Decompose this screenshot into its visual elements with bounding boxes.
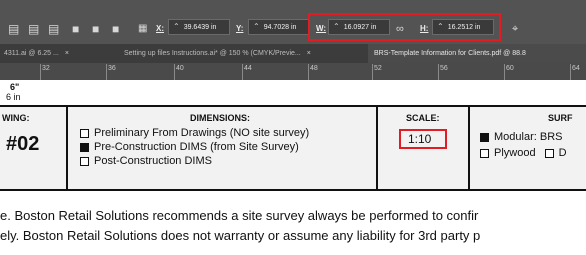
ruler-tick <box>372 64 373 80</box>
dimension-option[interactable]: Post-Construction DIMS <box>80 155 212 167</box>
align-bottom-icon[interactable]: ■ <box>112 22 119 36</box>
constrain-proportions-link-icon[interactable]: ∞ <box>396 22 404 36</box>
tab-label: 4311.ai @ 6.25 ... <box>4 50 59 57</box>
surface-cell: SURF Modular: BRS Plywood D <box>470 107 586 189</box>
surface-option[interactable]: Modular: BRS <box>480 131 562 143</box>
x-position-field[interactable]: ⌃ 39.6439 in <box>168 19 230 35</box>
align-middle-icon[interactable]: ■ <box>92 22 99 36</box>
document-tab-bar: 4311.ai @ 6.25 ... × Setting up files Ins… <box>0 44 586 63</box>
tab-document-2[interactable]: Setting up files Instructions.ai* @ 150 … <box>120 44 368 63</box>
surface-option-label: Plywood <box>494 147 536 159</box>
checkbox-checked[interactable] <box>80 142 89 152</box>
surface-option[interactable]: Plywood D <box>480 147 567 159</box>
ruler-mark: 36 <box>108 65 116 72</box>
height-field[interactable]: ⌃ 16.2512 in <box>432 19 494 35</box>
dimension-option-label: Post-Construction DIMS <box>94 155 212 167</box>
reference-point-icon[interactable]: ▦ <box>138 22 147 36</box>
checkbox-empty[interactable] <box>80 128 89 138</box>
spinner-icon[interactable]: ⌃ <box>437 22 444 31</box>
ruler-mark: 60 <box>506 65 514 72</box>
ruler-mark: 64 <box>572 65 580 72</box>
ruler-tick <box>570 64 571 80</box>
ruler-tick <box>504 64 505 80</box>
spinner-icon[interactable]: ⌃ <box>253 22 260 31</box>
ruler-mark: 32 <box>42 65 50 72</box>
close-icon[interactable]: × <box>65 50 69 57</box>
x-value: 39.6439 in <box>183 24 217 31</box>
ruler-mark: 40 <box>176 65 184 72</box>
align-top-icon[interactable]: ■ <box>72 22 79 36</box>
surface-header: SURF <box>548 113 573 123</box>
checkbox-empty[interactable] <box>480 148 489 158</box>
ruler-mark: 44 <box>244 65 252 72</box>
spinner-icon[interactable]: ⌃ <box>333 22 340 31</box>
title-block: WING: #02 DIMENSIONS: Preliminary From D… <box>0 105 586 191</box>
y-position-field[interactable]: ⌃ 94.7028 in <box>248 19 310 35</box>
ruler-tick <box>242 64 243 80</box>
dimensions-cell: DIMENSIONS: Preliminary From Drawings (N… <box>68 107 378 189</box>
width-value: 16.0927 in <box>343 24 377 31</box>
dimension-option[interactable]: Preliminary From Drawings (NO site surve… <box>80 127 309 139</box>
surface-option-label: D <box>558 147 567 159</box>
checkbox-empty[interactable] <box>544 148 554 158</box>
scale-header: SCALE: <box>406 113 440 123</box>
scale-cell: SCALE: 1:10 <box>378 107 470 189</box>
x-label: X: <box>156 24 164 33</box>
ruler-tick <box>40 64 41 80</box>
drawing-cell: WING: #02 <box>0 107 68 189</box>
tab-label: BRS-Template Information for Clients.pdf… <box>374 50 526 57</box>
align-left-icon[interactable]: ▤ <box>8 22 19 36</box>
tab-label: Setting up files Instructions.ai* @ 150 … <box>124 50 301 57</box>
dimension-label-units: 6 in <box>6 92 21 102</box>
ruler-tick <box>106 64 107 80</box>
dimension-option[interactable]: Pre-Construction DIMS (from Site Survey) <box>80 141 299 153</box>
spinner-icon[interactable]: ⌃ <box>173 22 180 31</box>
ruler-mark: 48 <box>310 65 318 72</box>
y-label: Y: <box>236 24 244 33</box>
drawing-header: WING: <box>2 113 30 123</box>
transform-grid-icon[interactable]: ⌖ <box>512 22 518 36</box>
dimension-option-label: Preliminary From Drawings (NO site surve… <box>94 127 310 139</box>
height-value: 16.2512 in <box>447 24 481 31</box>
ruler-mark: 56 <box>440 65 448 72</box>
ruler-tick <box>174 64 175 80</box>
tab-document-1[interactable]: 4311.ai @ 6.25 ... × <box>0 44 118 63</box>
control-toolbar: ▤ ▤ ▤ ■ ■ ■ ▦ X: ⌃ 39.6439 in Y: ⌃ 94.7028… <box>0 0 586 44</box>
ruler-tick <box>438 64 439 80</box>
dimension-option-label: Pre-Construction DIMS (from Site Survey) <box>94 141 299 153</box>
align-center-icon[interactable]: ▤ <box>28 22 39 36</box>
artboard-canvas[interactable]: 6" 6 in WING: #02 DIMENSIONS: Preliminar… <box>0 80 586 255</box>
ruler-tick <box>308 64 309 80</box>
surface-option-label: Modular: BRS <box>494 131 563 143</box>
disclaimer-line-2: ely. Boston Retail Solutions does not wa… <box>0 228 481 243</box>
ruler-mark: 52 <box>374 65 382 72</box>
scale-value: 1:10 <box>408 132 432 146</box>
horizontal-ruler[interactable]: 32 36 40 44 48 52 56 60 64 <box>0 63 586 81</box>
w-label: W: <box>316 24 327 33</box>
dimension-label-inches: 6" <box>10 82 20 92</box>
checkbox-checked[interactable] <box>480 132 489 142</box>
width-field[interactable]: ⌃ 16.0927 in <box>328 19 390 35</box>
disclaimer-line-1: e. Boston Retail Solutions recommends a … <box>0 208 479 223</box>
checkbox-empty[interactable] <box>80 156 89 166</box>
close-icon[interactable]: × <box>307 50 311 57</box>
dimensions-header: DIMENSIONS: <box>190 113 251 123</box>
y-value: 94.7028 in <box>263 24 297 31</box>
align-right-icon[interactable]: ▤ <box>48 22 59 36</box>
drawing-number: #02 <box>6 133 40 155</box>
tab-document-3[interactable]: BRS-Template Information for Clients.pdf… <box>368 44 586 63</box>
h-label: H: <box>420 24 429 33</box>
